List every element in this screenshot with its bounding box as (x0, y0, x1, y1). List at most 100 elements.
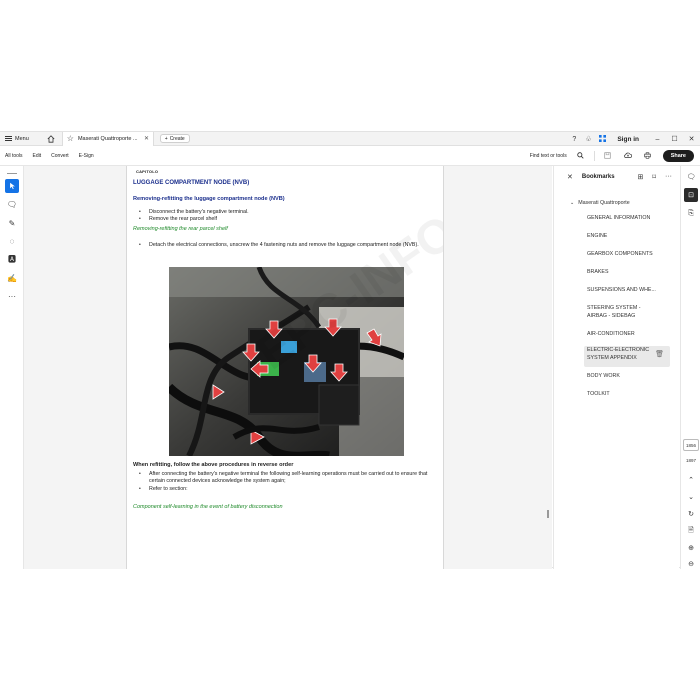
fill-sign-tool[interactable]: ✍ (5, 271, 19, 285)
bookmark-body-work[interactable]: BODY WORK (587, 373, 673, 381)
menu-label: Menu (15, 135, 29, 142)
share-button[interactable]: Share (662, 150, 694, 162)
text-tool[interactable]: 🅰 (5, 252, 19, 266)
acrobat-window: Menu ☆ Maserati Quattroporte ... ✕ + Cre… (0, 131, 700, 571)
help-icon[interactable]: ? (567, 136, 581, 143)
star-icon[interactable]: ☆ (67, 134, 74, 143)
close-window-icon[interactable]: ✕ (683, 135, 700, 143)
bookmarks-title: Bookmarks (581, 174, 615, 180)
list-item: Remove the rear parcel shelf (139, 216, 429, 224)
bookmark-toolkit[interactable]: TOOLKIT (587, 391, 673, 399)
home-icon (47, 134, 55, 143)
toolbar-divider (593, 151, 595, 161)
create-label: Create (169, 135, 185, 142)
bookmark-gearbox-components[interactable]: GEARBOX COMPONENTS (587, 251, 673, 259)
zoom-in-icon[interactable]: ⊕ (684, 541, 698, 555)
text-box-icon: 🅰 (8, 254, 16, 264)
save-icon[interactable] (599, 151, 617, 161)
chevron-up-icon[interactable]: ⌃ (684, 473, 698, 487)
hamburger-icon (5, 136, 12, 141)
print-icon[interactable] (639, 151, 657, 161)
chevron-down-icon[interactable]: ⌄ (570, 200, 574, 206)
page-caption: CAPITOLO (136, 169, 159, 174)
select-cursor-tool[interactable] (5, 179, 19, 193)
minimize-icon[interactable]: – (649, 136, 666, 143)
bookmark-suspensions[interactable]: SUSPENSIONS AND WHE... (587, 287, 673, 295)
link-parcel-shelf[interactable]: Removing-refitting the rear parcel shelf (133, 226, 228, 232)
bookmark-electric-electronic[interactable]: ELECTRIC-ELECTRONIC SYSTEM APPENDIX 🗑 (584, 346, 670, 367)
chevron-down-icon[interactable]: ⌄ (684, 490, 698, 504)
draw-tool[interactable]: ✎ (5, 216, 19, 230)
add-bookmark-icon[interactable]: ⊞ (638, 173, 644, 181)
bookmark-steering-system[interactable]: STEERING SYSTEM - AIRBAG - SIDEBAG (587, 305, 657, 320)
ellipsis-icon: ··· (8, 291, 16, 301)
page-heading: LUGGAGE COMPARTMENT NODE (NVB) (133, 180, 250, 186)
close-tab-icon[interactable]: ✕ (144, 135, 149, 142)
tab-title: Maserati Quattroporte ... (77, 135, 138, 142)
cloud-upload-icon[interactable] (619, 152, 637, 161)
bookmarks-panel-icon[interactable]: ⊡ (684, 188, 698, 202)
zoom-out-icon[interactable]: ⊖ (684, 557, 698, 571)
total-pages: 1897 (685, 457, 696, 463)
page-fit-icon[interactable]: 🗎 (684, 524, 698, 538)
pdf-page[interactable]: CAPITOLO LUGGAGE COMPARTMENT NODE (NVB) … (126, 166, 444, 569)
tab-document[interactable]: ☆ Maserati Quattroporte ... ✕ (61, 131, 154, 146)
bookmarks-header: ✕ Bookmarks ⊞ ⌑ ··· (554, 166, 680, 188)
toolbar-edit[interactable]: Edit (33, 153, 42, 159)
toolbar-convert[interactable]: Convert (51, 153, 69, 159)
steps-list-a: Disconnect the battery's negative termin… (139, 209, 429, 224)
refit-note: When refitting, follow the above procedu… (133, 462, 294, 468)
rail-divider (7, 173, 17, 174)
bookmark-engine[interactable]: ENGINE (587, 233, 673, 241)
find-text-button[interactable]: Find text or tools (530, 153, 567, 159)
trash-icon[interactable]: 🗑 (655, 351, 664, 359)
steps-list-c: After connecting the battery's negative … (139, 471, 431, 494)
signature-icon: ✍ (7, 273, 17, 283)
cursor-icon (9, 182, 15, 190)
apps-grid-icon[interactable] (595, 134, 609, 144)
rotate-icon[interactable]: ↻ (684, 507, 698, 521)
lasso-icon: ◌ (9, 236, 15, 246)
bookmark-icon[interactable]: ⌑ (652, 173, 656, 181)
menu-button[interactable]: Menu (0, 132, 32, 146)
toolbar-esign[interactable]: E-Sign (79, 153, 94, 159)
section-subheading: Removing-refitting the luggage compartme… (133, 196, 285, 202)
toolbar-all-tools[interactable]: All tools (5, 153, 23, 159)
bookmark-root[interactable]: ⌄ Maserati Quattroporte (570, 200, 630, 206)
list-item: Refer to section: (139, 486, 431, 494)
maximize-icon[interactable]: ☐ (666, 135, 683, 143)
bookmark-general-information[interactable]: GENERAL INFORMATION (587, 215, 673, 223)
list-item: Detach the electrical connections, unscr… (139, 242, 425, 250)
current-page-input[interactable]: 1856 (683, 439, 699, 451)
search-icon[interactable] (572, 151, 590, 161)
notifications-icon[interactable]: ♧ (581, 135, 595, 143)
close-panel-icon[interactable]: ✕ (567, 173, 573, 181)
title-tab-bar: Menu ☆ Maserati Quattroporte ... ✕ + Cre… (0, 131, 700, 146)
comments-panel-icon[interactable]: 🗨 (684, 170, 698, 184)
create-button[interactable]: + Create (159, 134, 190, 143)
document-viewport[interactable]: CAPITOLO LUGGAGE COMPARTMENT NODE (NVB) … (24, 166, 556, 569)
plus-icon: + (164, 135, 168, 142)
main-toolbar: All tools Edit Convert E-Sign Find text … (0, 146, 700, 166)
home-button[interactable] (44, 132, 58, 146)
title-bar-right: ? ♧ Sign in – ☐ ✕ (567, 132, 700, 146)
bookmark-root-label: Maserati Quattroporte (578, 200, 630, 206)
bookmark-label: ELECTRIC-ELECTRONIC SYSTEM APPENDIX (587, 347, 650, 361)
link-self-learning[interactable]: Component self-learning in the event of … (133, 504, 283, 510)
bookmark-air-conditioner[interactable]: AIR-CONDITIONER (587, 331, 673, 339)
bookmark-brakes[interactable]: BRAKES (587, 269, 673, 277)
bookmarks-panel: ✕ Bookmarks ⊞ ⌑ ··· ⌄ Maserati Quattropo… (553, 166, 679, 569)
more-options-icon[interactable]: ··· (665, 173, 672, 181)
comment-tool[interactable]: 🗨 (5, 197, 19, 211)
bookmarks-header-actions: ⊞ ⌑ ··· (638, 173, 672, 181)
more-tools-button[interactable]: ··· (5, 289, 19, 303)
steps-list-b: Detach the electrical connections, unscr… (139, 242, 425, 250)
list-item: Disconnect the battery's negative termin… (139, 209, 429, 217)
pages-panel-icon[interactable]: ⎘ (684, 207, 698, 221)
scroll-indicator[interactable] (547, 510, 549, 518)
sign-in-button[interactable]: Sign in (617, 136, 639, 143)
toolbar-right: Find text or tools Share (530, 146, 694, 166)
nvb-engine-photo (169, 267, 404, 456)
shape-tool[interactable]: ◌ (5, 234, 19, 248)
pen-icon: ✎ (8, 218, 16, 228)
